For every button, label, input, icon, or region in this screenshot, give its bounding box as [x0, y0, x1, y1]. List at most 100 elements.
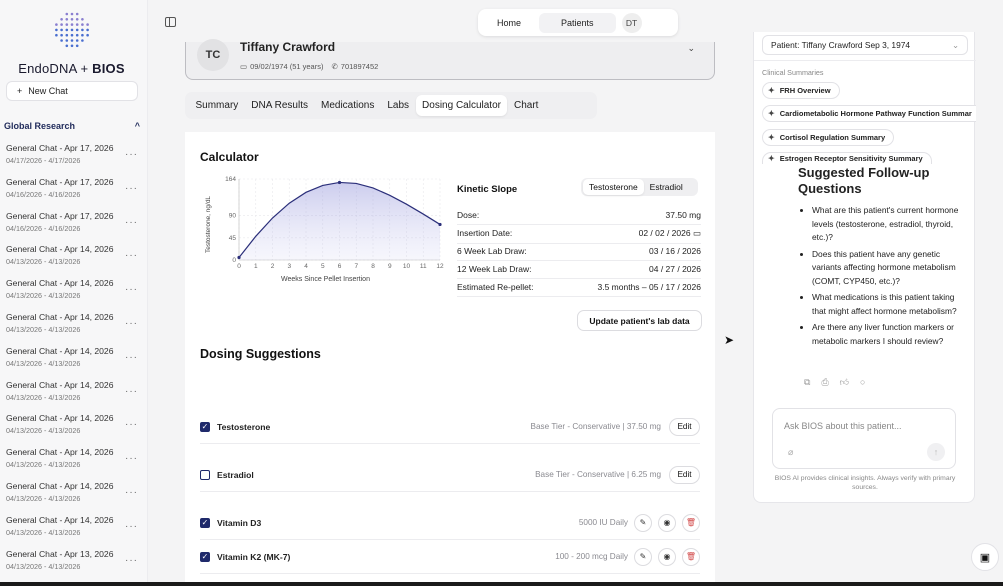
chat-item[interactable]: General Chat - Apr 14, 2026 04/13/2026 -…: [0, 276, 147, 310]
copy-icon[interactable]: ⧉: [804, 377, 810, 388]
clinical-summary-pill[interactable]: ✦ Estrogen Receptor Sensitivity Summary: [762, 152, 932, 164]
eye-icon[interactable]: ◉: [658, 547, 676, 566]
dose-row: Testosterone Base Tier - Conservative | …: [200, 410, 700, 444]
pencil-icon[interactable]: ✎: [634, 513, 652, 532]
chat-item[interactable]: General Chat - Apr 14, 2026 04/13/2026 -…: [0, 513, 147, 547]
chevron-up-icon[interactable]: ^: [135, 121, 140, 131]
tab-dna-results[interactable]: DNA Results: [245, 95, 315, 116]
calendar-icon[interactable]: ▭: [693, 228, 701, 238]
logo-dot: [65, 18, 69, 21]
eye-icon[interactable]: ◉: [658, 513, 676, 532]
sparkle-icon: ✦: [768, 154, 775, 163]
toggle-estradiol[interactable]: Estradiol: [644, 179, 689, 195]
edit-button[interactable]: Edit: [669, 465, 700, 484]
chat-bubble-icon[interactable]: ▣: [971, 543, 999, 571]
logo-dot: [70, 23, 74, 26]
calculator-title: Calculator: [200, 150, 259, 164]
send-icon[interactable]: ↑: [927, 443, 945, 461]
more-options-icon[interactable]: ···: [125, 386, 138, 397]
chat-item[interactable]: General Chat - Apr 14, 2026 04/13/2026 -…: [0, 344, 147, 378]
trash-icon[interactable]: 🗑︎: [682, 513, 700, 532]
insertion-date-input[interactable]: 02 / 02 / 2026 ▭: [639, 228, 701, 239]
more-options-icon[interactable]: ···: [125, 419, 138, 430]
chat-item[interactable]: General Chat - Apr 13, 2026 04/13/2026 -…: [0, 547, 147, 581]
chat-item[interactable]: General Chat - Apr 14, 2026 04/13/2026 -…: [0, 242, 147, 276]
followup-question[interactable]: What medications is this patient taking …: [812, 291, 962, 318]
toggle-testosterone[interactable]: Testosterone: [583, 179, 644, 195]
clinical-summary-pill[interactable]: ✦ Cardiometabolic Hormone Pathway Functio…: [762, 105, 976, 122]
more-options-icon[interactable]: ···: [125, 487, 138, 498]
thumbs-up-icon[interactable]: 👍︎: [840, 377, 849, 388]
data-point: [438, 222, 442, 227]
more-options-icon[interactable]: ···: [125, 555, 138, 566]
followup-question[interactable]: What are this patient's current hormone …: [812, 204, 962, 245]
chat-item[interactable]: General Chat - Apr 14, 2026 04/13/2026 -…: [0, 411, 147, 445]
chat-item[interactable]: General Chat - Apr 14, 2026 04/13/2026 -…: [0, 445, 147, 479]
plus-icon: +: [17, 86, 23, 96]
patient-header[interactable]: TC Tiffany Crawford ▭ 09/02/1974 (51 yea…: [185, 39, 715, 80]
bios-assistant-panel: Patient: Tiffany Crawford Sep 3, 1974 ⌄ …: [753, 32, 976, 503]
clinical-summary-pill[interactable]: ✦ FRH Overview: [762, 82, 840, 99]
logo-dot: [81, 39, 84, 42]
tab-medications[interactable]: Medications: [314, 95, 380, 116]
data-point: [237, 255, 241, 260]
more-options-icon[interactable]: ···: [125, 250, 138, 261]
ask-bios-input[interactable]: Ask BIOS about this patient... ⌀ ↑: [772, 408, 956, 469]
y-axis-label: Testosterone, ng/dL: [205, 196, 212, 253]
nav-patients[interactable]: Patients: [539, 12, 616, 33]
pencil-icon[interactable]: ✎: [634, 547, 652, 566]
checkbox[interactable]: [200, 517, 210, 528]
week6-value: 03 / 16 / 2026: [649, 246, 701, 256]
print-icon[interactable]: ⎙: [821, 377, 828, 388]
checkbox[interactable]: [200, 551, 210, 562]
more-options-icon[interactable]: ···: [125, 284, 138, 295]
divider: [754, 60, 976, 61]
paperclip-icon[interactable]: ⌀: [788, 447, 793, 458]
global-research-header[interactable]: Global Research ^: [4, 121, 140, 131]
checkbox[interactable]: [200, 421, 210, 432]
clinical-summary-pill[interactable]: ✦ Cortisol Regulation Summary: [762, 129, 895, 146]
y-tick-label: 90: [229, 213, 237, 220]
chat-item[interactable]: General Chat - Apr 17, 2026 04/16/2026 -…: [0, 175, 147, 209]
more-options-icon[interactable]: ···: [125, 217, 138, 228]
lightbulb-icon[interactable]: ○: [860, 377, 865, 388]
response-actions: ⧉ ⎙ 👍︎ ○: [804, 377, 865, 388]
tab-labs[interactable]: Labs: [381, 95, 416, 116]
checkbox[interactable]: [200, 469, 210, 480]
x-tick-label: 10: [403, 263, 411, 270]
more-options-icon[interactable]: ···: [125, 453, 138, 464]
dose-description: 5000 IU Daily: [578, 518, 628, 527]
trash-icon[interactable]: 🗑︎: [682, 547, 700, 566]
followup-question[interactable]: Does this patient have any genetic varia…: [812, 248, 962, 289]
update-lab-data-button[interactable]: Update patient's lab data: [577, 310, 702, 331]
nav-home[interactable]: Home: [483, 13, 535, 33]
chat-item[interactable]: General Chat - Apr 17, 2026 04/17/2026 -…: [0, 141, 147, 175]
new-chat-button[interactable]: + New Chat: [6, 81, 138, 101]
tab-dosing-calculator[interactable]: Dosing Calculator: [415, 95, 508, 116]
more-options-icon[interactable]: ···: [125, 183, 138, 194]
tab-summary[interactable]: Summary: [189, 95, 245, 116]
chat-item[interactable]: General Chat - Apr 14, 2026 04/13/2026 -…: [0, 479, 147, 513]
chevron-down-icon[interactable]: ⌄: [687, 43, 695, 54]
new-chat-label: New Chat: [28, 86, 68, 96]
patient-avatar: TC: [197, 39, 229, 71]
tab-chart[interactable]: Chart: [507, 95, 544, 116]
followup-question[interactable]: Are there any liver function markers or …: [812, 321, 962, 348]
chat-item[interactable]: General Chat - Apr 17, 2026 04/16/2026 -…: [0, 209, 147, 243]
sidebar-toggle-icon[interactable]: [165, 17, 176, 27]
brand-plus: +: [80, 61, 89, 76]
patient-select-value: Patient: Tiffany Crawford Sep 3, 1974: [771, 40, 911, 50]
calendar-icon: ▭: [240, 62, 248, 71]
patient-select[interactable]: Patient: Tiffany Crawford Sep 3, 1974 ⌄: [762, 35, 968, 55]
more-options-icon[interactable]: ···: [125, 521, 138, 532]
chat-item[interactable]: General Chat - Apr 14, 2026 04/13/2026 -…: [0, 310, 147, 344]
chat-item[interactable]: General Chat - Apr 14, 2026 04/13/2026 -…: [0, 378, 147, 412]
logo-dot: [81, 28, 84, 32]
edit-button[interactable]: Edit: [669, 417, 700, 436]
more-options-icon[interactable]: ···: [125, 352, 138, 363]
more-options-icon[interactable]: ···: [125, 318, 138, 329]
x-tick-label: 9: [388, 263, 392, 270]
user-avatar[interactable]: DT: [621, 12, 642, 33]
pill-label: Estrogen Receptor Sensitivity Summary: [779, 154, 923, 163]
more-options-icon[interactable]: ···: [125, 149, 138, 160]
